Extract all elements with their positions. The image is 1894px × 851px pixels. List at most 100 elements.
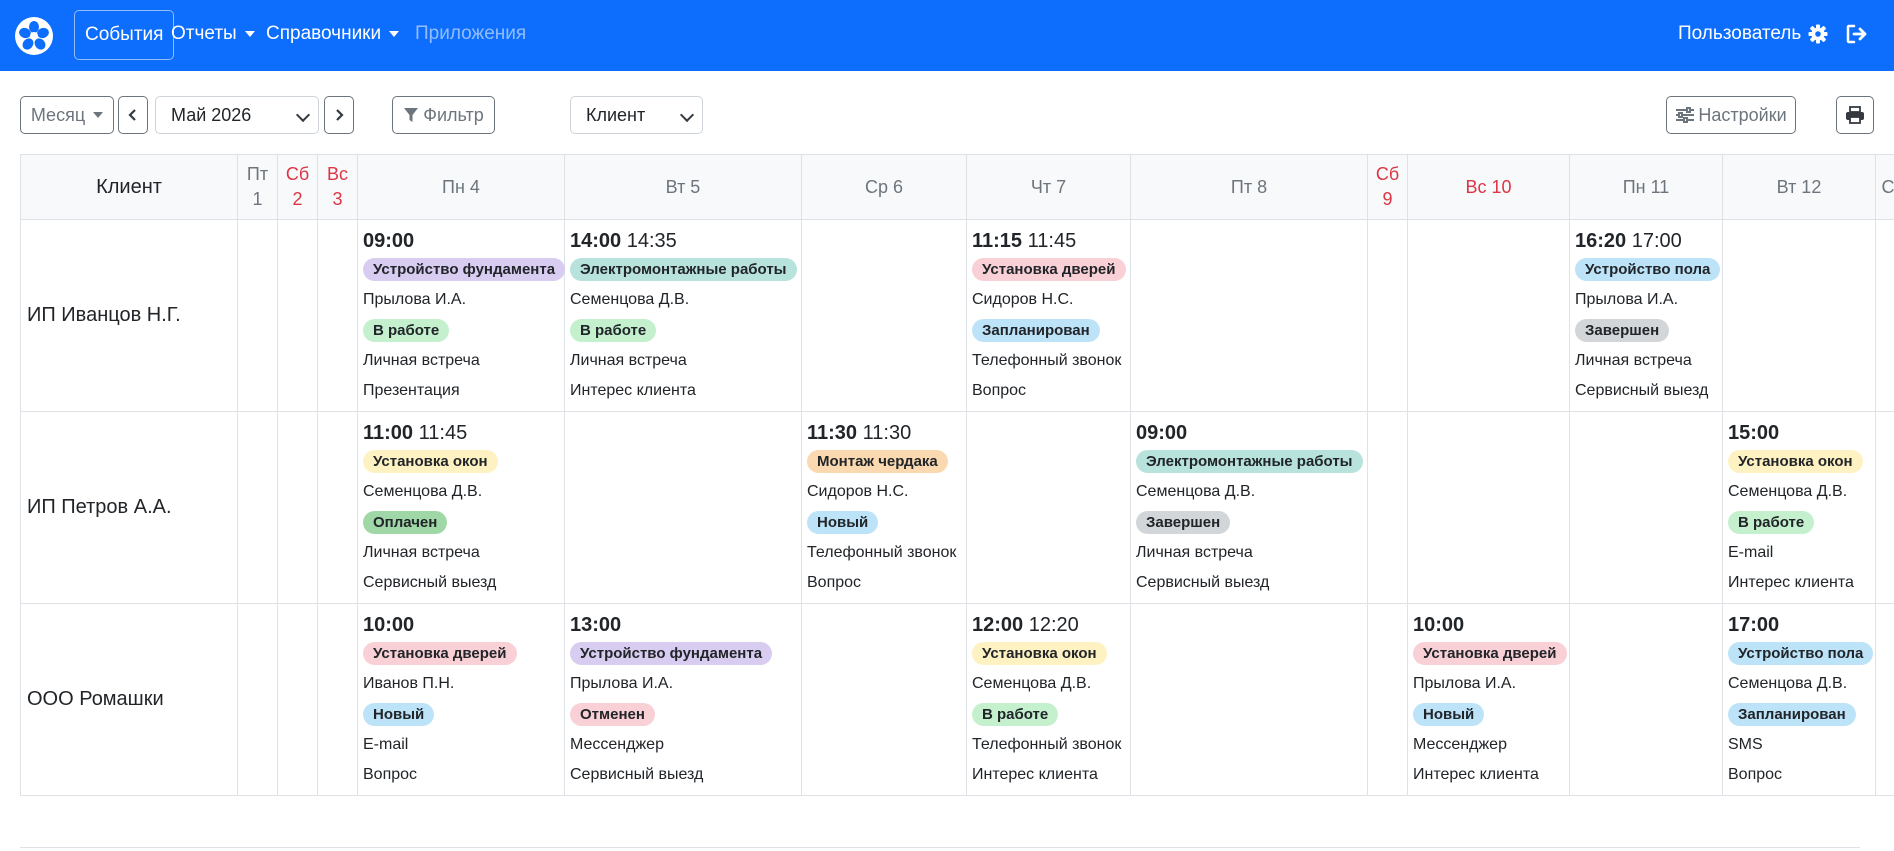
- event-card[interactable]: 11:15 11:45 Установка дверей Сидоров Н.С. З…: [967, 220, 1130, 406]
- day-cell[interactable]: 10:00 Установка дверей Прылова И.А. Новый М…: [1407, 603, 1570, 796]
- event-time: 10:00: [1413, 612, 1569, 638]
- day-cell[interactable]: [277, 411, 318, 604]
- event-reason: Вопрос: [1728, 766, 1783, 783]
- event-reason: Презентация: [363, 382, 460, 399]
- print-button[interactable]: [1836, 96, 1874, 134]
- nav-events[interactable]: События: [74, 10, 175, 60]
- day-cell[interactable]: 11:15 11:45 Установка дверей Сидоров Н.С. З…: [966, 219, 1131, 412]
- chevron-down-icon: [295, 107, 311, 123]
- app-logo-icon[interactable]: [15, 17, 53, 55]
- employee-name: Семенцова Д.В.: [1136, 483, 1256, 500]
- day-cell[interactable]: [1722, 219, 1876, 412]
- service-badge: Устройство пола: [1728, 642, 1874, 665]
- day-cell[interactable]: [1875, 603, 1894, 796]
- day-cell[interactable]: [237, 411, 278, 604]
- group-by-select[interactable]: Клиент: [570, 96, 703, 134]
- logout-icon[interactable]: [1846, 10, 1868, 58]
- event-card[interactable]: 14:00 14:35 Электромонтажные работы Семенц…: [565, 220, 801, 406]
- day-cell[interactable]: [1367, 411, 1408, 604]
- day-cell[interactable]: [237, 219, 278, 412]
- day-cell[interactable]: 15:00 Установка окон Семенцова Д.В. В рабо…: [1722, 411, 1876, 604]
- day-cell[interactable]: 13:00 Устройство фундамента Прылова И.А. О…: [564, 603, 802, 796]
- day-cell[interactable]: [237, 603, 278, 796]
- day-cell[interactable]: 11:00 11:45 Установка окон Семенцова Д.В. О…: [357, 411, 565, 604]
- day-cell[interactable]: [564, 411, 802, 604]
- day-cell[interactable]: [277, 219, 318, 412]
- filter-label: Фильтр: [423, 104, 484, 125]
- day-cell[interactable]: 16:20 17:00 Устройство пола Прылова И.А. За…: [1569, 219, 1723, 412]
- day-cell[interactable]: [317, 219, 358, 412]
- day-cell[interactable]: [277, 603, 318, 796]
- event-card[interactable]: 10:00 Установка дверей Прылова И.А. Новый М…: [1408, 604, 1569, 790]
- day-cell[interactable]: 10:00 Установка дверей Иванов П.Н. Новый E-…: [357, 603, 565, 796]
- event-card[interactable]: 17:00 Устройство пола Семенцова Д.В. Запла…: [1723, 604, 1875, 790]
- event-card[interactable]: 15:00 Установка окон Семенцова Д.В. В рабо…: [1723, 412, 1875, 598]
- day-cell[interactable]: [1407, 219, 1570, 412]
- event-reason: Интерес клиента: [1728, 574, 1854, 591]
- day-cell[interactable]: [1130, 603, 1368, 796]
- event-end: 11:45: [1027, 230, 1077, 252]
- day-cell[interactable]: [1875, 411, 1894, 604]
- client-name[interactable]: ИП Петров А.А.: [20, 411, 238, 604]
- service-badge: Электромонтажные работы: [1136, 450, 1363, 473]
- schedule-grid: Клиент Пт 1 Сб 2 Вс 3 Пн 4 Вт 5 Ср 6 Чт 7 Пт 8С…: [20, 154, 1894, 799]
- prev-period-button[interactable]: [118, 96, 148, 134]
- event-end: 17:00: [1631, 230, 1682, 252]
- day-cell[interactable]: 09:00 Устройство фундамента Прылова И.А. В…: [357, 219, 566, 412]
- service-badge: Устройство пола: [1575, 258, 1721, 281]
- event-card[interactable]: 16:20 17:00 Устройство пола Прылова И.А. За…: [1570, 220, 1722, 406]
- top-navbar: События Отчеты Справочники Приложения По…: [0, 0, 1894, 71]
- service-badge: Установка дверей: [1413, 642, 1567, 665]
- filter-button[interactable]: Фильтр: [392, 96, 495, 134]
- employee-name: Иванов П.Н.: [363, 675, 455, 692]
- day-cell[interactable]: 11:30 11:30 Монтаж чердака Сидоров Н.С. Нов…: [801, 411, 967, 604]
- next-period-button[interactable]: [324, 96, 354, 134]
- day-cell[interactable]: 17:00 Устройство пола Семенцова Д.В. Запла…: [1722, 603, 1876, 796]
- event-reason: Вопрос: [807, 574, 862, 591]
- contact-channel: E-mail: [363, 736, 409, 753]
- day-cell[interactable]: [1130, 219, 1368, 412]
- status-badge: В работе: [1728, 511, 1815, 534]
- day-cell[interactable]: [966, 411, 1131, 604]
- day-cell[interactable]: 09:00 Электромонтажные работы Семенцова Д…: [1130, 411, 1368, 604]
- nav-directories[interactable]: Справочники: [266, 10, 400, 58]
- day-cell[interactable]: 12:00 12:20 Установка окон Семенцова Д.В. В…: [966, 603, 1131, 796]
- period-value: Май 2026: [171, 104, 252, 125]
- client-column-header: Клиент: [20, 154, 238, 220]
- day-cell[interactable]: [317, 603, 358, 796]
- event-card[interactable]: 12:00 12:20 Установка окон Семенцова Д.В. В…: [967, 604, 1130, 790]
- user-menu[interactable]: Пользователь: [1678, 10, 1801, 58]
- status-badge: В работе: [972, 703, 1059, 726]
- day-cell[interactable]: [1875, 219, 1894, 412]
- event-card[interactable]: 13:00 Устройство фундамента Прылова И.А. О…: [565, 604, 801, 790]
- event-card[interactable]: 09:00 Электромонтажные работы Семенцова Д…: [1131, 412, 1367, 598]
- event-card[interactable]: 11:30 11:30 Монтаж чердака Сидоров Н.С. Нов…: [802, 412, 966, 598]
- day-cell[interactable]: [317, 411, 358, 604]
- day-cell[interactable]: [1569, 411, 1723, 604]
- event-card[interactable]: 11:00 11:45 Установка окон Семенцова Д.В. О…: [358, 412, 564, 598]
- day-cell[interactable]: [801, 603, 967, 796]
- settings-label: Настройки: [1698, 104, 1787, 125]
- nav-reports[interactable]: Отчеты: [171, 10, 255, 58]
- period-select[interactable]: Май 2026: [155, 96, 319, 134]
- day-cell[interactable]: [801, 219, 967, 412]
- schedule-table: Клиент Пт 1 Сб 2 Вс 3 Пн 4 Вт 5 Ср 6 Чт 7 Пт 8С…: [20, 154, 1894, 796]
- event-time: 17:00: [1728, 612, 1875, 638]
- client-name[interactable]: ООО Ромашки: [20, 603, 238, 796]
- client-name[interactable]: ИП Иванцов Н.Г.: [20, 219, 238, 412]
- employee-name: Прылова И.А.: [1575, 291, 1679, 308]
- day-cell[interactable]: [1407, 411, 1570, 604]
- gear-icon[interactable]: [1808, 10, 1828, 58]
- event-card[interactable]: 10:00 Установка дверей Иванов П.Н. Новый E-…: [358, 604, 564, 790]
- day-cell[interactable]: 14:00 14:35 Электромонтажные работы Семенц…: [564, 219, 802, 412]
- day-cell[interactable]: [1367, 603, 1408, 796]
- event-time: 10:00: [363, 612, 564, 638]
- chevron-right-icon: [336, 109, 344, 121]
- day-header: Пт 8: [1130, 154, 1368, 220]
- day-cell[interactable]: [1569, 603, 1723, 796]
- day-cell[interactable]: [1367, 219, 1408, 412]
- nav-events-label: События: [85, 24, 164, 45]
- event-card[interactable]: 09:00 Устройство фундамента Прылова И.А. В…: [358, 220, 566, 406]
- view-mode-dropdown[interactable]: Месяц: [20, 96, 114, 134]
- settings-button[interactable]: Настройки: [1666, 96, 1796, 134]
